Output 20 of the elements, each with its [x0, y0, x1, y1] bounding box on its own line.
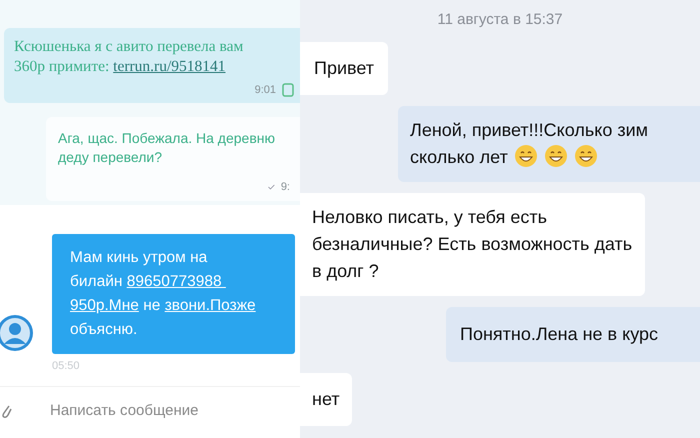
message-link[interactable]: terrun.ru/9518141	[113, 58, 226, 75]
grin-emoji-icon	[544, 144, 568, 168]
message-time: 9:	[280, 181, 290, 193]
message-text: нет	[312, 388, 340, 411]
message-text: Ксюшенька я с авито перевела вам 360р примите: terrun.ru/9518141	[14, 37, 244, 77]
message-link[interactable]: 950р.Мне	[70, 297, 139, 314]
message-text: Леной, привет!!!Сколько зим сколько лет	[410, 119, 650, 170]
message-text: Понятно.Лена не в курс	[460, 323, 660, 346]
avatar-icon	[0, 314, 34, 352]
date-label: 11 августа в 15:37	[436, 11, 564, 28]
message-time: 9:01	[254, 84, 276, 96]
grin-emoji-icon	[574, 144, 598, 168]
message-text: Мам кинь утром на билайн 89650773988 950р.Мне не звони.Позже объясню.	[70, 248, 257, 340]
message-text: Ага, щас. Побежала. На деревню деду перевели?	[58, 129, 276, 167]
grin-emoji-icon	[514, 144, 538, 168]
message-link[interactable]: звони.Позже	[164, 297, 256, 314]
message-input[interactable]: Написать сообщение	[50, 402, 270, 418]
message-text: Неловко писать, у тебя есть безналичные? Есть возможность дать в долг ?	[312, 206, 633, 283]
message-link[interactable]: 89650773988	[126, 273, 226, 290]
message-text: Привет	[314, 57, 374, 80]
